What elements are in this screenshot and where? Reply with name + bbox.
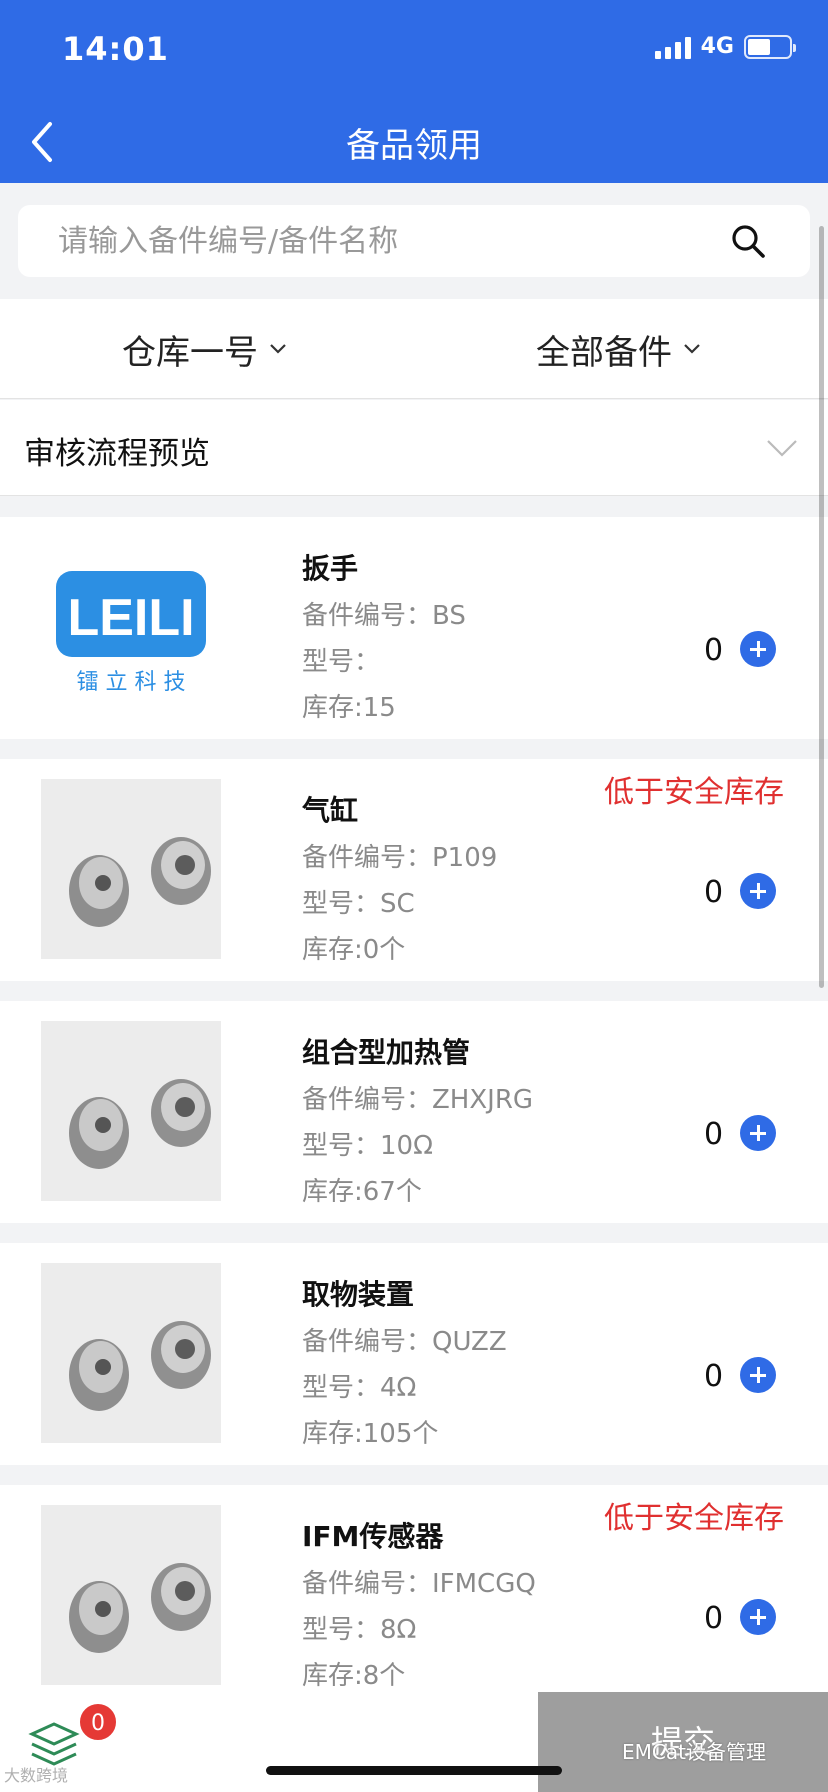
spare-parts-list: LEILI 镭 立 科 技 扳手 备件编号：BS 型号： 库存:15 0 低于安… bbox=[0, 517, 828, 1727]
part-photo bbox=[41, 1505, 221, 1685]
home-indicator bbox=[266, 1766, 562, 1775]
chevron-down-icon bbox=[270, 344, 286, 354]
watermark-right: EMCat设备管理 bbox=[622, 1740, 766, 1764]
category-label: 全部备件 bbox=[536, 332, 672, 373]
filter-bar: 仓库一号 全部备件 bbox=[0, 299, 828, 399]
part-photo bbox=[41, 1263, 221, 1443]
list-item: 低于安全库存 气缸 备件编号：P109 型号：SC 库存:0个 0 bbox=[0, 759, 828, 981]
signal-icon bbox=[654, 35, 691, 59]
cart-count-badge: 0 bbox=[78, 1702, 118, 1742]
list-item: 取物装置 备件编号：QUZZ 型号：4Ω 库存:105个 0 bbox=[0, 1243, 828, 1465]
status-time: 14:01 bbox=[62, 30, 169, 68]
low-stock-warning: 低于安全库存 bbox=[604, 1501, 784, 1536]
add-icon[interactable] bbox=[740, 873, 776, 909]
item-code: 备件编号：QUZZ bbox=[302, 1327, 507, 1357]
approval-preview-row[interactable]: 审核流程预览 bbox=[0, 400, 828, 496]
item-stock: 库存:15 bbox=[302, 693, 396, 723]
category-dropdown[interactable]: 全部备件 bbox=[536, 299, 702, 399]
item-name: 扳手 bbox=[302, 552, 359, 585]
search-input[interactable] bbox=[58, 205, 698, 277]
network-label: 4G bbox=[700, 34, 734, 59]
item-model: 型号：4Ω bbox=[302, 1373, 417, 1403]
search-box bbox=[18, 205, 810, 277]
search-area bbox=[0, 183, 828, 299]
list-item: 低于安全库存 IFM传感器 备件编号：IFMCGQ 型号：8Ω 库存:8个 0 bbox=[0, 1485, 828, 1707]
item-code: 备件编号：P109 bbox=[302, 843, 498, 873]
app-header: 14:01 4G 备品领用 bbox=[0, 0, 828, 183]
item-quantity: 0 bbox=[704, 875, 724, 910]
item-stock: 库存:0个 bbox=[302, 935, 406, 965]
item-quantity: 0 bbox=[704, 633, 724, 668]
status-indicators: 4G bbox=[654, 34, 796, 59]
approval-preview-label: 审核流程预览 bbox=[24, 436, 210, 472]
part-photo bbox=[41, 779, 221, 959]
leili-logo-image: LEILI 镭 立 科 技 bbox=[41, 537, 221, 717]
item-quantity: 0 bbox=[704, 1601, 724, 1636]
scrollbar[interactable] bbox=[819, 226, 824, 988]
item-model: 型号： bbox=[302, 647, 381, 677]
item-stock: 库存:105个 bbox=[302, 1419, 439, 1449]
chevron-down-icon bbox=[684, 344, 700, 354]
item-model: 型号：8Ω bbox=[302, 1615, 417, 1645]
metal-part-image bbox=[41, 1021, 221, 1201]
add-icon[interactable] bbox=[740, 1599, 776, 1635]
item-quantity: 0 bbox=[704, 1117, 724, 1152]
item-model: 型号：SC bbox=[302, 889, 415, 919]
list-item: LEILI 镭 立 科 技 扳手 备件编号：BS 型号： 库存:15 0 bbox=[0, 517, 828, 739]
low-stock-warning: 低于安全库存 bbox=[604, 775, 784, 810]
item-stock: 库存:8个 bbox=[302, 1661, 406, 1691]
item-name: 组合型加热管 bbox=[302, 1036, 471, 1069]
metal-part-image bbox=[41, 1263, 221, 1443]
item-name: IFM传感器 bbox=[302, 1520, 444, 1553]
warehouse-dropdown[interactable]: 仓库一号 bbox=[122, 299, 288, 399]
battery-icon bbox=[744, 34, 796, 59]
item-name: 气缸 bbox=[302, 794, 359, 827]
item-stock: 库存:67个 bbox=[302, 1177, 422, 1207]
metal-part-image bbox=[41, 1505, 221, 1685]
add-icon[interactable] bbox=[740, 631, 776, 667]
leili-logo: LEILI 镭 立 科 技 bbox=[56, 571, 206, 695]
add-icon[interactable] bbox=[740, 1357, 776, 1393]
watermark-left: 大数跨境 bbox=[4, 1766, 69, 1785]
item-name: 取物装置 bbox=[302, 1278, 415, 1311]
item-code: 备件编号：IFMCGQ bbox=[302, 1569, 536, 1599]
svg-text:LEILI: LEILI bbox=[67, 589, 194, 647]
warehouse-label: 仓库一号 bbox=[122, 332, 258, 373]
add-icon[interactable] bbox=[740, 1115, 776, 1151]
chevron-down-icon bbox=[767, 440, 797, 457]
list-item: 组合型加热管 备件编号：ZHXJRG 型号：10Ω 库存:67个 0 bbox=[0, 1001, 828, 1223]
item-code: 备件编号：ZHXJRG bbox=[302, 1085, 534, 1115]
metal-part-image bbox=[41, 779, 221, 959]
part-photo bbox=[41, 1021, 221, 1201]
svg-text:镭 立 科 技: 镭 立 科 技 bbox=[77, 670, 186, 695]
item-model: 型号：10Ω bbox=[302, 1131, 433, 1161]
page-title: 备品领用 bbox=[346, 126, 482, 166]
item-code: 备件编号：BS bbox=[302, 601, 466, 631]
item-quantity: 0 bbox=[704, 1359, 724, 1394]
search-icon[interactable] bbox=[730, 223, 766, 259]
